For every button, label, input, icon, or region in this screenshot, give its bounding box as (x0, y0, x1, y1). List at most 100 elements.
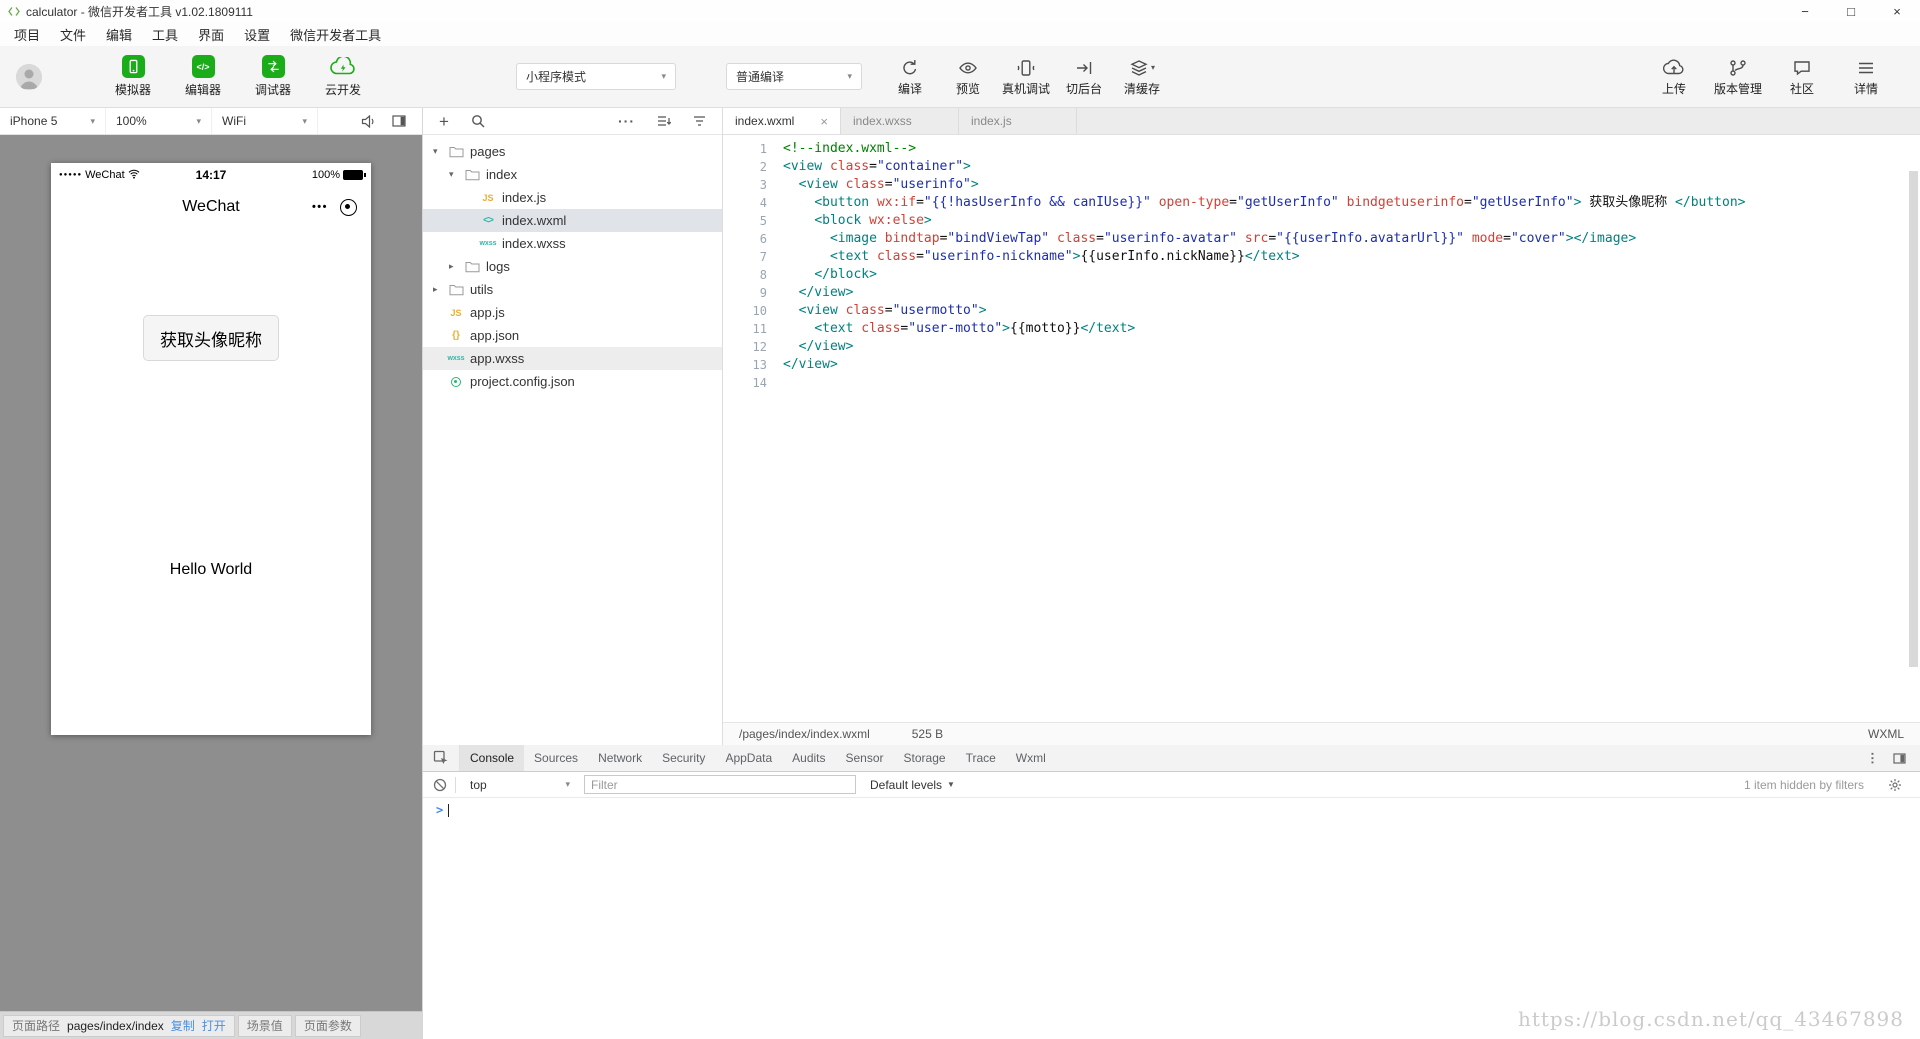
more-vertical-icon[interactable]: ··· (1866, 751, 1879, 766)
zoom-select[interactable]: 100%▾ (106, 108, 212, 134)
toolbar-clear-cache-button[interactable]: ▾清缓存 (1116, 57, 1168, 97)
window-controls: − □ × (1782, 0, 1920, 22)
filter-input[interactable] (584, 775, 856, 794)
collapse-all-icon[interactable] (657, 115, 671, 127)
search-icon[interactable] (471, 114, 485, 128)
copy-link[interactable]: 复制 (171, 1017, 195, 1034)
context-select[interactable]: top ▾ (464, 776, 576, 794)
chevron-down-icon[interactable]: ▾ (433, 146, 446, 157)
menu-item[interactable]: 工具 (142, 25, 188, 44)
menu-item[interactable]: 文件 (50, 25, 96, 44)
tree-item-index-js[interactable]: JSindex.js (423, 186, 722, 209)
compile-mode-select[interactable]: 普通编译 ▾ (726, 63, 862, 90)
toolbar-details-button[interactable]: 详情 (1840, 57, 1892, 97)
devtools-tab-security[interactable]: Security (652, 745, 715, 771)
chevron-down-icon: ▾ (847, 71, 852, 82)
devtools-tab-console[interactable]: Console (460, 745, 524, 771)
dock-right-icon[interactable] (392, 115, 406, 128)
menu-item[interactable]: 界面 (188, 25, 234, 44)
tab-label: index.wxml (735, 114, 794, 128)
devtools-tab-network[interactable]: Network (588, 745, 652, 771)
toolbar-remote-debug-button[interactable]: 真机调试 (1000, 57, 1052, 97)
maximize-button[interactable]: □ (1828, 0, 1874, 22)
devtools-tab-appdata[interactable]: AppData (715, 745, 782, 771)
chevron-down-icon[interactable]: ▾ (449, 169, 462, 180)
sort-icon[interactable] (693, 115, 706, 127)
config-file-icon (446, 377, 466, 387)
toolbar-compile-button[interactable]: 编译 (884, 57, 936, 97)
editor-tab-index-wxss[interactable]: index.wxss (841, 108, 959, 134)
toolbar-version-button[interactable]: 版本管理 (1712, 57, 1764, 97)
tree-item-app-wxss[interactable]: wxssapp.wxss (423, 347, 722, 370)
tree-item-index-wxss[interactable]: wxssindex.wxss (423, 232, 722, 255)
user-avatar[interactable] (16, 64, 42, 90)
compile-mode-value: 普通编译 (736, 68, 784, 85)
tab-label: index.wxss (853, 114, 912, 128)
get-userinfo-button[interactable]: 获取头像昵称 (143, 315, 279, 361)
tree-item-app-json[interactable]: {}app.json (423, 324, 722, 347)
toolbar-actions: 编译预览真机调试切后台▾清缓存 (884, 57, 1168, 97)
tree-item-project-config-json[interactable]: project.config.json (423, 370, 722, 393)
device-select[interactable]: iPhone 5▾ (0, 108, 106, 134)
console-output[interactable]: > (423, 798, 1920, 1039)
speaker-icon[interactable] (361, 115, 376, 128)
add-icon[interactable]: + (439, 113, 449, 130)
menu-item[interactable]: 项目 (4, 25, 50, 44)
devtools-tab-storage[interactable]: Storage (894, 745, 956, 771)
editor-tab-index-wxml[interactable]: index.wxml × (723, 108, 841, 134)
tree-item-index[interactable]: ▾index (423, 163, 722, 186)
inspect-icon[interactable] (423, 745, 460, 771)
devtools-tab-trace[interactable]: Trace (956, 745, 1006, 771)
mode-select[interactable]: 小程序模式 ▾ (516, 63, 676, 90)
code-editor: index.wxml × index.wxss index.js 1<!--index… (723, 108, 1920, 745)
tree-item-utils[interactable]: ▸utils (423, 278, 722, 301)
chevron-right-icon[interactable]: ▸ (449, 261, 462, 272)
toolbar-editor-button[interactable]: </>编辑器 (178, 55, 228, 98)
close-icon[interactable]: × (820, 114, 828, 129)
tree-item-index-wxml[interactable]: <>index.wxml (423, 209, 722, 232)
more-icon[interactable]: ··· (618, 114, 635, 128)
console-input-row[interactable]: > (423, 800, 1920, 820)
js-file-icon: JS (478, 193, 498, 203)
console-settings-icon[interactable] (1888, 778, 1902, 792)
toolbar-community-button[interactable]: 社区 (1776, 57, 1828, 97)
devtools-tab-wxml[interactable]: Wxml (1006, 745, 1056, 771)
console-toolbar: top ▾ Default levels ▼ 1 item hidden by … (423, 772, 1920, 798)
toolbar-cloud-button[interactable]: 云开发 (318, 55, 368, 98)
devtools-tab-sensor[interactable]: Sensor (836, 745, 894, 771)
text-cursor (448, 804, 449, 817)
home-capsule-icon[interactable] (340, 199, 357, 216)
toolbar-upload-button[interactable]: 上传 (1648, 57, 1700, 97)
code-area[interactable]: 1<!--index.wxml-->2<view class="containe… (723, 135, 1920, 722)
menu-item[interactable]: 编辑 (96, 25, 142, 44)
line-number: 2 (723, 158, 783, 176)
devtools-panel: ConsoleSourcesNetworkSecurityAppDataAudi… (423, 745, 1920, 1039)
chevron-right-icon[interactable]: ▸ (433, 284, 446, 295)
clear-console-icon[interactable] (433, 778, 447, 792)
network-select[interactable]: WiFi▾ (212, 108, 318, 134)
cloud-icon (330, 55, 357, 78)
menu-item[interactable]: 微信开发者工具 (280, 25, 391, 44)
devtools-tab-sources[interactable]: Sources (524, 745, 588, 771)
toolbar-background-button[interactable]: 切后台 (1058, 57, 1110, 97)
tree-item-pages[interactable]: ▾pages (423, 140, 722, 163)
toolbar-app-buttons: 模拟器 </>编辑器调试器云开发 (108, 55, 368, 98)
toolbar-preview-button[interactable]: 预览 (942, 57, 994, 97)
tab-label: index.js (971, 114, 1012, 128)
app-icon (8, 6, 20, 17)
more-menu-icon[interactable]: ••• (312, 201, 328, 213)
open-link[interactable]: 打开 (202, 1017, 226, 1034)
close-button[interactable]: × (1874, 0, 1920, 22)
editor-scrollbar[interactable] (1909, 171, 1918, 667)
toolbar-simulator-button[interactable]: 模拟器 (108, 55, 158, 98)
toolbar-debugger-button[interactable]: 调试器 (248, 55, 298, 98)
devtools-tab-audits[interactable]: Audits (782, 745, 835, 771)
tree-item-app-js[interactable]: JSapp.js (423, 301, 722, 324)
wxml-file-icon: <> (478, 215, 498, 226)
tree-item-logs[interactable]: ▸logs (423, 255, 722, 278)
dock-side-icon[interactable] (1893, 753, 1906, 764)
menu-item[interactable]: 设置 (234, 25, 280, 44)
minimize-button[interactable]: − (1782, 0, 1828, 22)
editor-tab-index-js[interactable]: index.js (959, 108, 1077, 134)
log-levels-select[interactable]: Default levels ▼ (870, 778, 955, 792)
